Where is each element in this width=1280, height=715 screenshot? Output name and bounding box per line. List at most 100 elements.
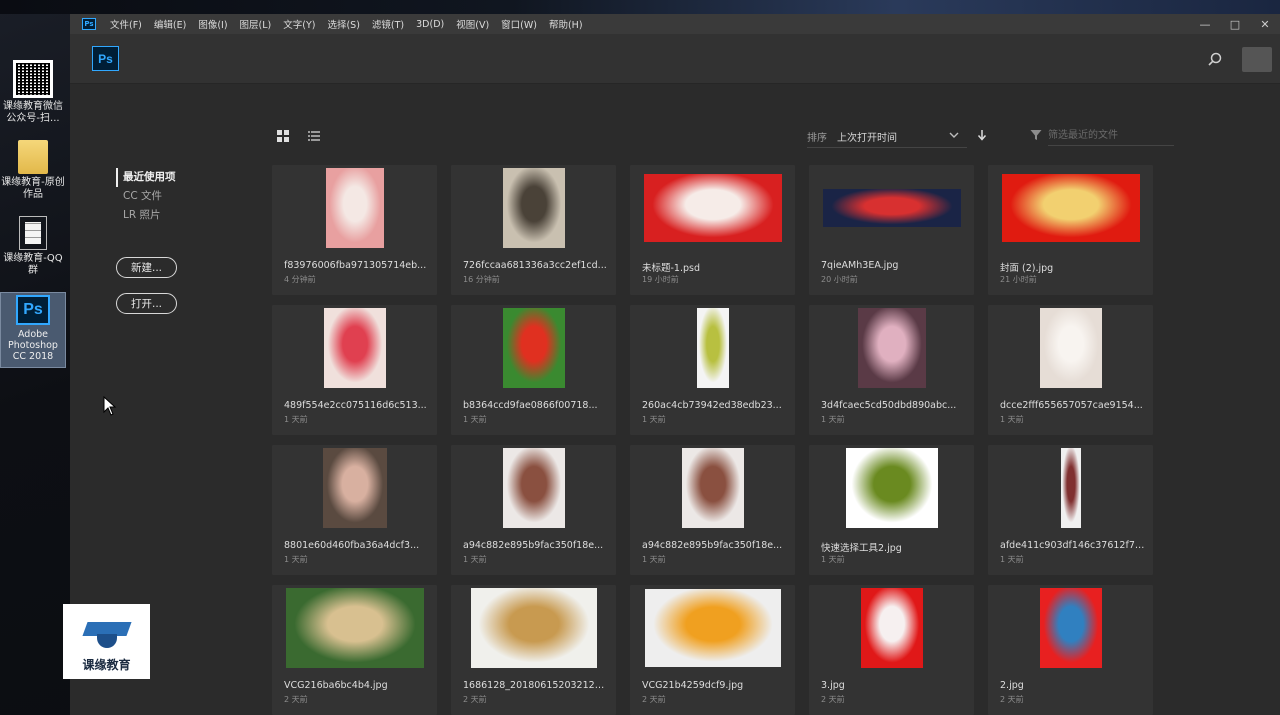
thumbnail-area (459, 167, 608, 248)
menu-image[interactable]: 图像(I) (198, 17, 227, 31)
app-icon[interactable]: Ps (82, 18, 96, 30)
menu-filter[interactable]: 滤镜(T) (372, 17, 404, 31)
photoshop-icon: Ps (16, 295, 50, 325)
recent-file-card[interactable]: b8364ccd9fae0866f00718... 1 天前 (451, 305, 616, 435)
file-modified-time: 2 天前 (642, 695, 666, 704)
file-name: VCG21b4259dcf9.jpg (642, 680, 744, 691)
file-name: a94c882e895b9fac350f18e... (642, 540, 783, 551)
file-thumbnail (325, 167, 384, 248)
recent-file-card[interactable]: VCG21b4259dcf9.jpg 2 天前 (630, 585, 795, 715)
file-name: 2.jpg (1000, 680, 1024, 691)
desktop-icon-folder[interactable]: 课缘教育-原创作品 (0, 140, 66, 201)
recent-file-card[interactable]: 7qieAMh3EA.jpg 20 小时前 (809, 165, 974, 295)
file-thumbnail (502, 307, 565, 388)
file-name: 260ac4cb73942ed38edb23... (642, 400, 782, 411)
recent-file-card[interactable]: 封面 (2).jpg 21 小时前 (988, 165, 1153, 295)
photoshop-shortcut-tile: Ps Adobe Photoshop CC 2018 (0, 292, 66, 368)
menu-3d[interactable]: 3D(D) (416, 19, 444, 30)
recent-file-card[interactable]: dcce2fff655657057cae9154... 1 天前 (988, 305, 1153, 435)
recent-file-card[interactable]: f83976006fba971305714eb... 4 分钟前 (272, 165, 437, 295)
brand-logo-text: 课缘教育 (82, 658, 131, 672)
desktop-icon-photoshop[interactable]: Ps Adobe Photoshop CC 2018 (0, 292, 66, 368)
file-thumbnail (1060, 447, 1081, 528)
file-modified-time: 21 小时前 (1000, 275, 1037, 284)
grid-view-icon[interactable] (277, 130, 289, 142)
thumbnail-area (638, 447, 787, 528)
menu-window[interactable]: 窗口(W) (501, 17, 537, 31)
file-modified-time: 1 天前 (284, 415, 308, 424)
menu-edit[interactable]: 编辑(E) (154, 17, 186, 31)
sidebar-item-lr-photos[interactable]: LR 照片 (116, 206, 226, 225)
window-controls: — □ ✕ (1190, 18, 1280, 31)
file-modified-time: 4 分钟前 (284, 275, 316, 284)
recent-file-card[interactable]: a94c882e895b9fac350f18e... 1 天前 (451, 445, 616, 575)
restore-button[interactable]: □ (1220, 18, 1250, 31)
chevron-down-icon[interactable] (948, 130, 960, 140)
recent-file-card[interactable]: 8801e60d460fba36a4dcf3... 1 天前 (272, 445, 437, 575)
desktop-icon-label: 课缘教育-原创作品 (1, 177, 65, 200)
recent-file-card[interactable]: afde411c903df146c37612f7d... 1 天前 (988, 445, 1153, 575)
user-avatar[interactable] (1242, 47, 1272, 72)
graduation-cap-icon (81, 618, 132, 652)
menu-view[interactable]: 视图(V) (456, 17, 489, 31)
recent-file-card[interactable]: 1686128_201806152032120... 2 天前 (451, 585, 616, 715)
mouse-cursor-icon (103, 396, 117, 416)
menu-help[interactable]: 帮助(H) (549, 17, 583, 31)
recent-file-card[interactable]: VCG216ba6bc4b4.jpg 2 天前 (272, 585, 437, 715)
recent-file-card[interactable]: 3.jpg 2 天前 (809, 585, 974, 715)
photoshop-logo: Ps (92, 46, 119, 71)
menu-select[interactable]: 选择(S) (327, 17, 359, 31)
new-button[interactable]: 新建... (116, 257, 177, 278)
file-thumbnail (1039, 587, 1102, 668)
menu-layer[interactable]: 图层(L) (240, 17, 272, 31)
recent-file-card[interactable]: 快速选择工具2.jpg 1 天前 (809, 445, 974, 575)
filter-input[interactable] (1048, 126, 1174, 146)
sidebar-item-recent[interactable]: 最近使用项 (116, 168, 226, 187)
search-icon[interactable] (1208, 52, 1222, 66)
file-modified-time: 2 天前 (1000, 695, 1024, 704)
thumbnail-area (459, 307, 608, 388)
file-modified-time: 2 天前 (463, 695, 487, 704)
file-name: afde411c903df146c37612f7d... (1000, 540, 1146, 551)
sort-direction-arrow-icon[interactable] (976, 129, 988, 141)
file-modified-time: 2 天前 (821, 695, 845, 704)
thumbnail-area (817, 307, 966, 388)
minimize-button[interactable]: — (1190, 18, 1220, 31)
desktop-icon-qq-doc[interactable]: 课缘教育-QQ群 (0, 216, 66, 277)
list-view-icon[interactable] (308, 130, 320, 142)
recent-file-card[interactable]: 726fccaa681336a3cc2ef1cd... 16 分钟前 (451, 165, 616, 295)
sidebar-item-cc-files[interactable]: CC 文件 (116, 187, 226, 206)
open-button[interactable]: 打开... (116, 293, 177, 314)
desktop-icon-label: 课缘教育微信公众号-扫... (3, 101, 63, 124)
file-name: dcce2fff655657057cae9154... (1000, 400, 1143, 411)
thumbnail-area (817, 167, 966, 248)
photoshop-window: Ps 文件(F) 编辑(E) 图像(I) 图层(L) 文字(Y) 选择(S) 滤… (70, 14, 1280, 715)
recent-file-card[interactable]: 260ac4cb73942ed38edb23... 1 天前 (630, 305, 795, 435)
sort-dropdown[interactable]: 上次打开时间 (837, 129, 897, 144)
file-name: 封面 (2).jpg (1000, 263, 1054, 274)
file-thumbnail (643, 173, 782, 242)
close-button[interactable]: ✕ (1250, 18, 1280, 31)
thumbnail-area (817, 587, 966, 668)
file-thumbnail (845, 447, 938, 528)
thumbnail-area (459, 587, 608, 668)
recent-file-card[interactable]: 2.jpg 2 天前 (988, 585, 1153, 715)
thumbnail-area (280, 447, 429, 528)
qr-code-icon (13, 60, 53, 98)
desktop-icon-wechat-qr[interactable]: 课缘教育微信公众号-扫... (0, 60, 66, 125)
file-modified-time: 1 天前 (642, 555, 666, 564)
file-modified-time: 1 天前 (642, 415, 666, 424)
file-name: 489f554e2cc075116d6c513... (284, 400, 427, 411)
file-thumbnail (644, 588, 781, 667)
desktop-icon-label: 课缘教育-QQ群 (3, 253, 63, 276)
recent-file-card[interactable]: a94c882e895b9fac350f18e... 1 天前 (630, 445, 795, 575)
recent-file-card[interactable]: 未标题-1.psd 19 小时前 (630, 165, 795, 295)
start-workspace: 最近使用项 CC 文件 LR 照片 新建... 打开... 排序 上次打开时间 (70, 84, 1280, 715)
menu-type[interactable]: 文字(Y) (283, 17, 315, 31)
file-name: b8364ccd9fae0866f00718... (463, 400, 598, 411)
start-workspace-header: Ps (70, 34, 1280, 84)
recent-file-card[interactable]: 3d4fcaec5cd50dbd890abc... 1 天前 (809, 305, 974, 435)
recent-file-card[interactable]: 489f554e2cc075116d6c513... 1 天前 (272, 305, 437, 435)
folder-icon (18, 140, 48, 174)
menu-file[interactable]: 文件(F) (110, 17, 142, 31)
